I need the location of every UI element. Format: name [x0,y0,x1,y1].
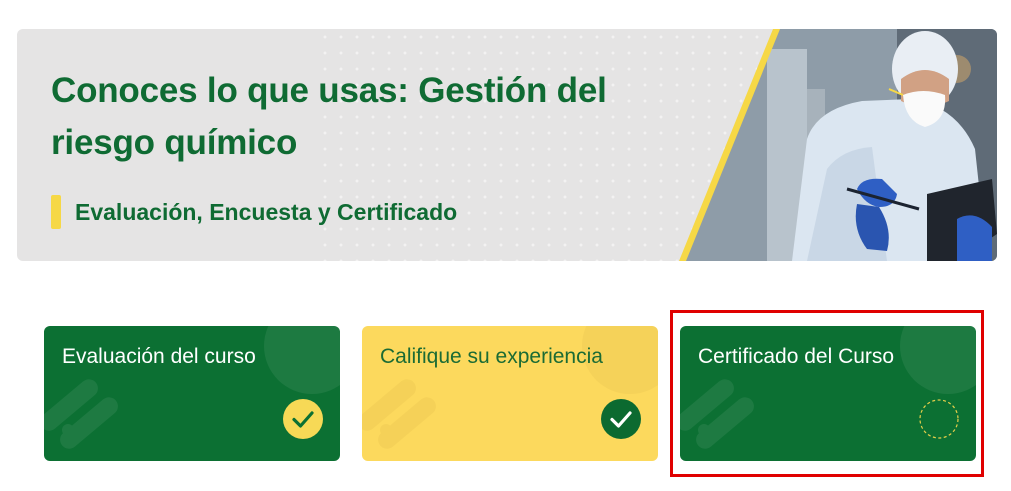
check-icon [283,399,323,439]
course-title: Conoces lo que usas: Gestión del riesgo … [51,71,607,162]
course-banner: Conoces lo que usas: Gestión del riesgo … [17,29,997,261]
certificate-highlight-box [670,310,984,477]
evaluation-card[interactable]: Evaluación del curso [44,326,340,461]
accent-bar [51,195,61,229]
card-label: Evaluación del curso [62,345,256,368]
banner-photo [679,29,997,261]
card-label: Califique su experiencia [380,345,603,368]
experience-card[interactable]: Califique su experiencia [362,326,658,461]
check-icon [601,399,641,439]
course-subtitle: Evaluación, Encuesta y Certificado [75,199,458,225]
